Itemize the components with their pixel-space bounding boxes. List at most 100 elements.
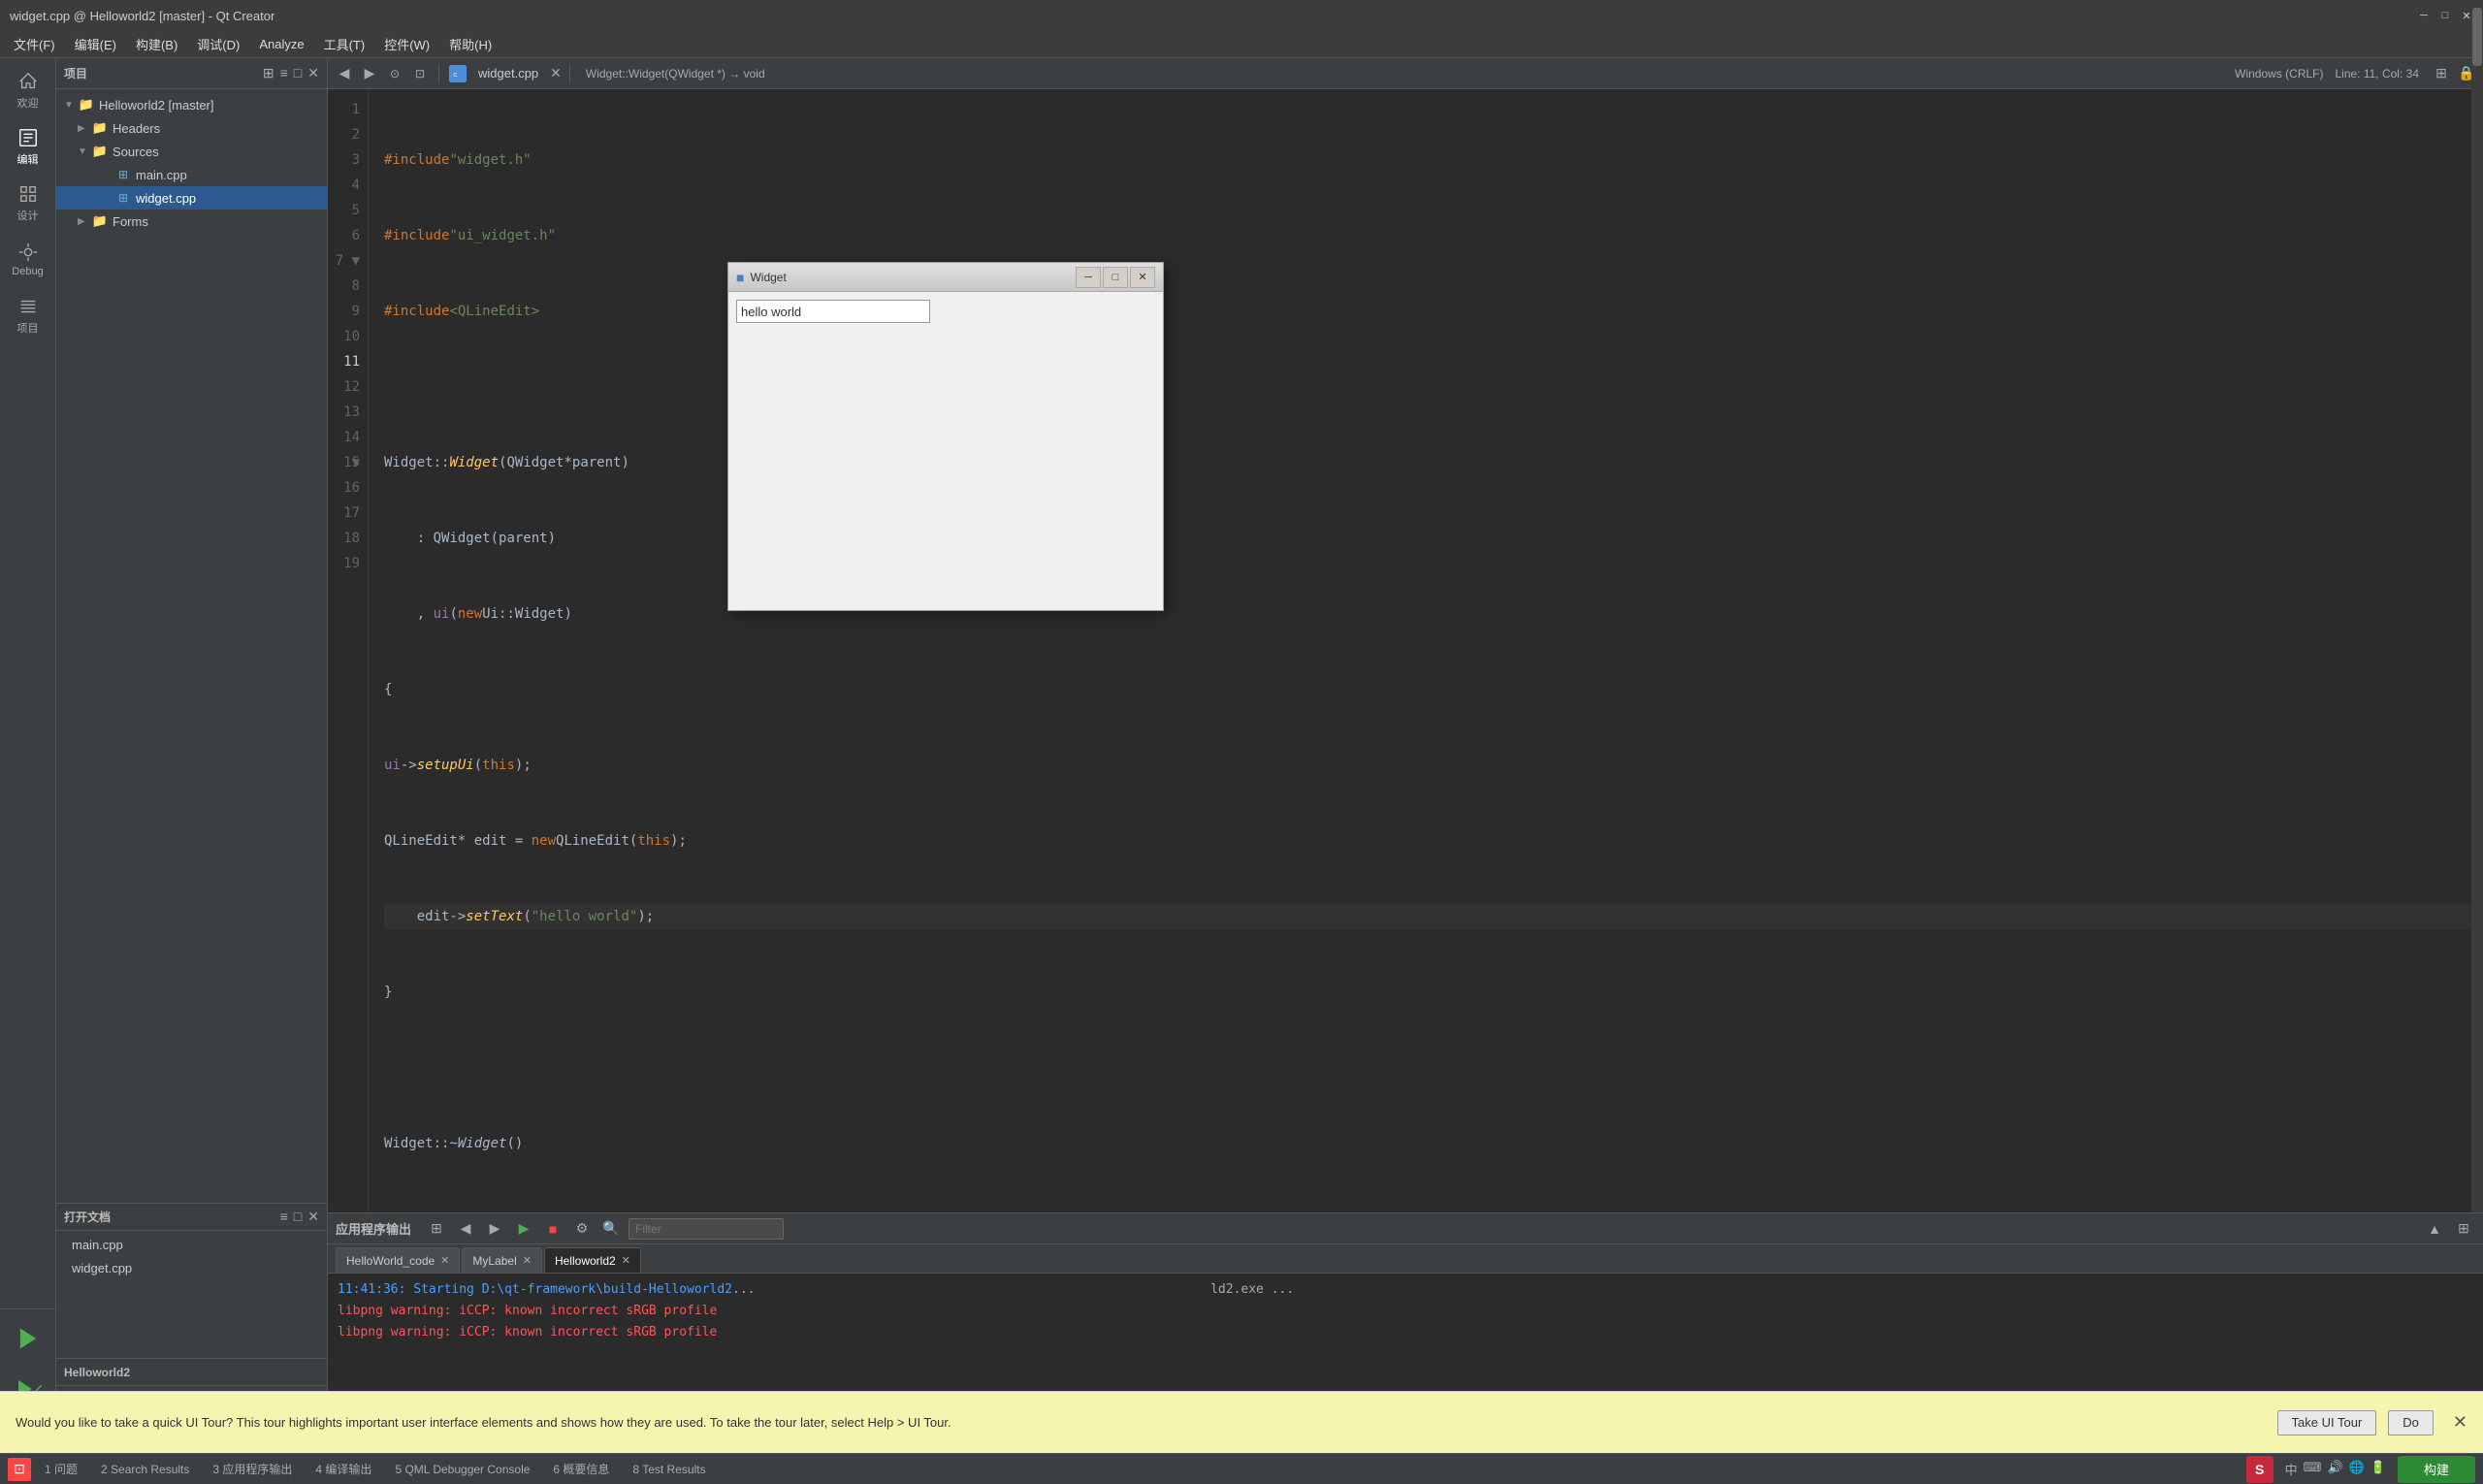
full-layout: 欢迎 编辑 设计 xyxy=(0,58,2483,1484)
widget-text-input[interactable] xyxy=(736,300,930,323)
sidebar-item-welcome[interactable]: 欢迎 xyxy=(3,62,53,118)
output-build-btn[interactable]: ⚙ xyxy=(570,1217,594,1241)
menu-debug[interactable]: 调试(D) xyxy=(187,33,249,55)
code-editor[interactable]: 1 2 3 4 5 6 7 ▼ 8 9 10 11 12 13 14 ▼ 15 … xyxy=(328,89,2483,1212)
project-panel-header: 项目 ⊞ ≡ □ ✕ xyxy=(56,58,327,89)
output-filter-btn[interactable]: 🔍 xyxy=(599,1217,623,1241)
output-tab-helloworld2[interactable]: Helloworld2 ✕ xyxy=(544,1247,641,1273)
helloworld-title: Helloworld2 xyxy=(64,1366,130,1379)
title-bar: widget.cpp @ Helloworld2 [master] - Qt C… xyxy=(0,0,2483,31)
tree-label-project: Helloworld2 [master] xyxy=(99,98,214,113)
do-not-button[interactable]: Do xyxy=(2388,1410,2434,1436)
menu-file[interactable]: 文件(F) xyxy=(4,33,65,55)
code-content[interactable]: #include "widget.h" #include "ui_widget.… xyxy=(369,89,2483,1212)
tree-item-forms[interactable]: ▶ 📁 Forms xyxy=(56,210,327,233)
line-10: 10 xyxy=(328,324,360,349)
bottom-tab-qml[interactable]: 5 QML Debugger Console xyxy=(385,1457,539,1482)
panel-settings-icon[interactable]: ≡ xyxy=(280,65,288,81)
tree-item-main-cpp[interactable]: ⊞ main.cpp xyxy=(56,163,327,186)
output-stop-btn[interactable]: ■ xyxy=(541,1217,564,1241)
line-3: 3 xyxy=(328,147,360,173)
sidebar-item-debug[interactable]: Debug xyxy=(3,231,53,287)
widget-minimize-btn[interactable]: ─ xyxy=(1076,267,1101,288)
widget-title-icon: ■ xyxy=(736,270,744,285)
take-ui-tour-button[interactable]: Take UI Tour xyxy=(2277,1410,2377,1436)
code-line-9: ui->setupUi(this); xyxy=(384,753,2483,778)
toolbar-filename: widget.cpp xyxy=(478,66,538,81)
output-prev-btn[interactable]: ◀ xyxy=(454,1217,477,1241)
bottom-tab-compile[interactable]: 4 编译输出 xyxy=(306,1457,381,1482)
tree-item-headers[interactable]: ▶ 📁 Headers xyxy=(56,116,327,140)
bottom-tab-key-info[interactable]: 6 概要信息 xyxy=(543,1457,619,1482)
tab-close-helloworld-code[interactable]: ✕ xyxy=(440,1254,449,1267)
cpp-file-icon: C xyxy=(451,67,465,81)
open-files-expand-icon[interactable]: □ xyxy=(294,1209,302,1225)
sidebar-item-project[interactable]: 项目 xyxy=(3,287,53,343)
toolbar-close-file[interactable]: ✕ xyxy=(550,65,562,81)
sidebar-item-edit[interactable]: 编辑 xyxy=(3,118,53,175)
forward-button[interactable]: ▶ xyxy=(359,63,380,84)
output-run-btn[interactable]: ▶ xyxy=(512,1217,535,1241)
output-label: 应用程序输出 xyxy=(336,1219,411,1238)
open-file-main-cpp[interactable]: main.cpp xyxy=(56,1233,327,1256)
tree-item-project[interactable]: ▼ 📁 Helloworld2 [master] xyxy=(56,93,327,116)
output-scrollbar-thumb[interactable] xyxy=(2472,58,2482,66)
output-maximize-btn[interactable]: ⊞ xyxy=(2452,1217,2475,1241)
output-tab-mylabel[interactable]: MyLabel ✕ xyxy=(462,1247,542,1273)
toolbar-btn-4[interactable]: ⊡ xyxy=(409,63,431,84)
menu-build[interactable]: 构建(B) xyxy=(126,33,187,55)
menu-edit[interactable]: 编辑(E) xyxy=(65,33,126,55)
issues-icon[interactable]: ⊡ xyxy=(8,1458,31,1481)
panel-close-icon[interactable]: ✕ xyxy=(307,65,319,81)
open-file-label-main: main.cpp xyxy=(72,1238,123,1252)
tour-close-button[interactable]: ✕ xyxy=(2453,1412,2467,1433)
run-button[interactable] xyxy=(7,1317,49,1360)
output-filter-input[interactable] xyxy=(629,1218,784,1240)
line-18: 18 xyxy=(328,526,360,551)
sidebar-item-design[interactable]: 设计 xyxy=(3,175,53,231)
back-button[interactable]: ◀ xyxy=(334,63,355,84)
widget-close-btn[interactable]: ✕ xyxy=(1130,267,1155,288)
widget-maximize-btn[interactable]: □ xyxy=(1103,267,1128,288)
tab-close-helloworld2[interactable]: ✕ xyxy=(622,1254,630,1267)
bottom-tab-test[interactable]: 8 Test Results xyxy=(623,1457,715,1482)
panel-filter-icon[interactable]: ⊞ xyxy=(263,65,274,81)
open-files-close-icon[interactable]: ✕ xyxy=(307,1209,319,1225)
tree-arrow-headers: ▶ xyxy=(78,123,91,134)
open-file-widget-cpp[interactable]: widget.cpp xyxy=(56,1256,327,1279)
line-8: 8 xyxy=(328,274,360,299)
menu-tools[interactable]: 工具(T) xyxy=(314,33,375,55)
bottom-tab-app-output[interactable]: 3 应用程序输出 xyxy=(203,1457,302,1482)
line-15: 15 xyxy=(328,450,360,475)
build-label: 构建 xyxy=(2424,1460,2449,1478)
toolbar-btn-3[interactable]: ⊙ xyxy=(384,63,405,84)
build-button[interactable]: 构建 xyxy=(2398,1456,2475,1483)
output-tab-helloworld-code[interactable]: HelloWorld_code ✕ xyxy=(336,1247,460,1273)
output-expand-btn[interactable]: ▲ xyxy=(2423,1217,2446,1241)
line-12: 12 xyxy=(328,374,360,400)
tree-item-sources[interactable]: ▼ 📁 Sources xyxy=(56,140,327,163)
bottom-tab-issues[interactable]: 1 问题 xyxy=(35,1457,87,1482)
menu-controls[interactable]: 控件(W) xyxy=(374,33,439,55)
open-files-settings-icon[interactable]: ≡ xyxy=(280,1209,288,1225)
maximize-button[interactable]: □ xyxy=(2438,9,2452,22)
output-settings-btn[interactable]: ⊞ xyxy=(425,1217,448,1241)
line-19: 19 xyxy=(328,551,360,576)
run-triangle-icon xyxy=(15,1325,42,1352)
panel-expand-icon[interactable]: □ xyxy=(294,65,302,81)
widget-title-text: Widget xyxy=(750,271,786,284)
menu-analyze[interactable]: Analyze xyxy=(249,35,313,53)
menu-help[interactable]: 帮助(H) xyxy=(439,33,501,55)
tree-item-widget-cpp[interactable]: ⊞ widget.cpp xyxy=(56,186,327,210)
sidebar-label-welcome: 欢迎 xyxy=(17,95,39,111)
code-line-13 xyxy=(384,1055,2483,1081)
tab-close-mylabel[interactable]: ✕ xyxy=(523,1254,532,1267)
output-scrollbar[interactable] xyxy=(2471,58,2483,175)
line-5: 5 xyxy=(328,198,360,223)
output-next-btn[interactable]: ▶ xyxy=(483,1217,506,1241)
minimize-button[interactable]: ─ xyxy=(2417,9,2431,22)
editor-scrollbar[interactable] xyxy=(2471,89,2483,1212)
bottom-tab-search[interactable]: 2 Search Results xyxy=(91,1457,199,1482)
tray-icon-4: 🌐 xyxy=(2349,1460,2365,1478)
expand-editor-btn[interactable]: ⊞ xyxy=(2431,63,2452,84)
